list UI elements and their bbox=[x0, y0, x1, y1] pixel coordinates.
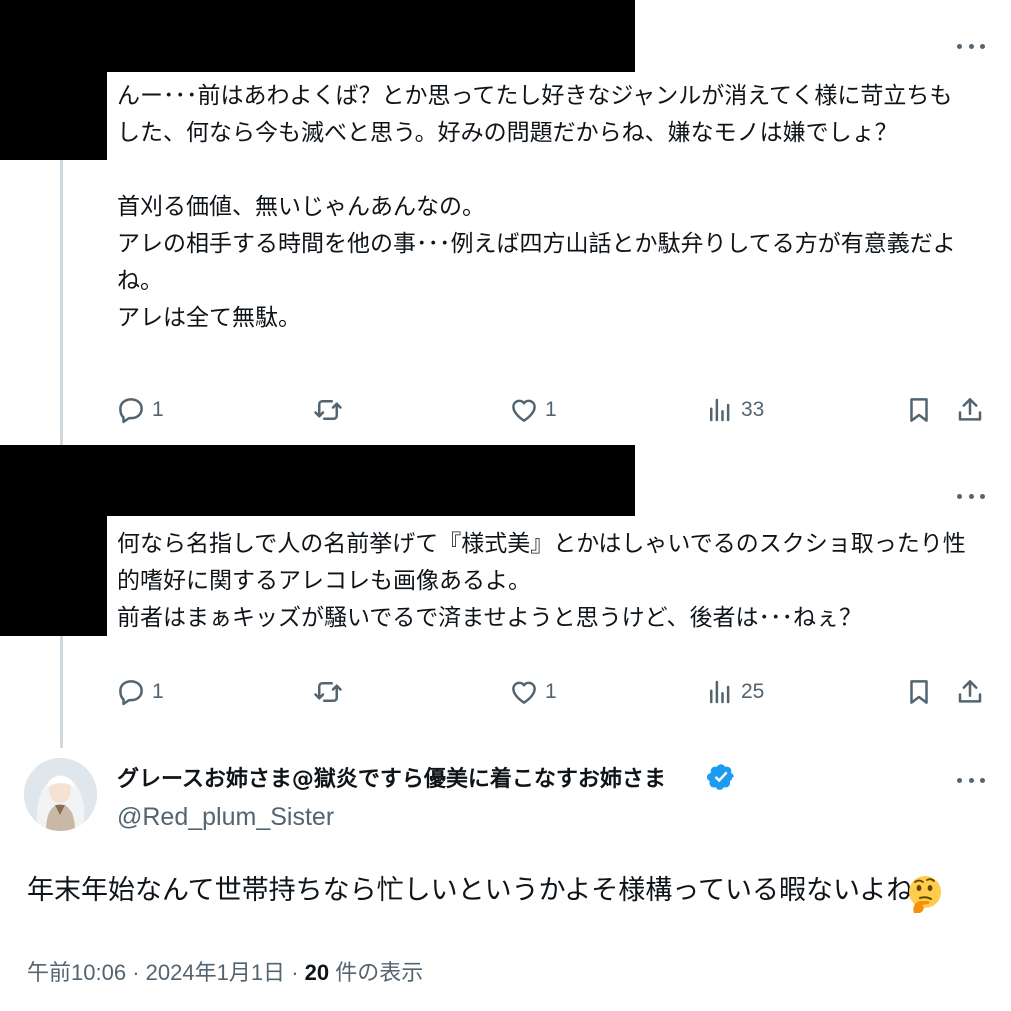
heart-icon bbox=[512, 399, 536, 422]
reply-count: 1 bbox=[152, 680, 164, 703]
reply-2-text: 何なら名指しで人の名前挙げて『様式美』とかはしゃいでるのスクショ取ったり性 的嗜… bbox=[117, 526, 966, 637]
reply-1-blank-line bbox=[117, 152, 956, 189]
analytics-icon bbox=[710, 398, 730, 422]
like-count: 1 bbox=[545, 398, 557, 421]
reply-2-line: 前者はまぁキッズが騒いでるで済ませようと思うけど、後者は･･･ねぇ？ bbox=[117, 605, 862, 631]
views-label: 件の表示 bbox=[335, 960, 424, 985]
redacted-block-1a bbox=[0, 0, 635, 72]
thread-line bbox=[60, 160, 63, 445]
reply-icon bbox=[119, 680, 143, 706]
display-name[interactable]: グレースお姉さま@獄炎ですら優美に着こなすお姉さま bbox=[117, 761, 666, 793]
redacted-block-2a bbox=[0, 445, 635, 516]
reply-button[interactable]: 1 bbox=[116, 395, 164, 425]
tweet-date[interactable]: 2024年1月1日 bbox=[146, 960, 285, 985]
reply-1-text: んー･･･前はあわよくば？とか思ってたし好きなジャンルが消えてく様に苛立ちも し… bbox=[117, 78, 956, 337]
reply-1-line: んー･･･前はあわよくば？とか思ってたし好きなジャンルが消えてく様に苛立ちも bbox=[117, 83, 953, 109]
reply-1-line: 首刈る価値、無いじゃんあんなの。 bbox=[117, 194, 485, 220]
reply-1-line: した、何なら今も滅べと思う。好みの問題だからね、嫌なモノは嫌でしょ？ bbox=[117, 120, 898, 146]
share-button[interactable] bbox=[955, 395, 985, 425]
tweet-metadata: 午前10:06 · 2024年1月1日 · 20 件の表示 bbox=[27, 955, 423, 987]
meta-separator: · bbox=[132, 960, 140, 985]
thread-line bbox=[60, 636, 63, 748]
like-button[interactable]: 1 bbox=[509, 395, 557, 425]
more-options-icon[interactable] bbox=[957, 491, 985, 501]
avatar[interactable] bbox=[24, 758, 97, 831]
repost-button[interactable] bbox=[313, 677, 349, 707]
views-count: 25 bbox=[741, 680, 765, 703]
bookmark-icon bbox=[910, 680, 928, 704]
more-options-icon[interactable] bbox=[957, 41, 985, 51]
meta-separator: · bbox=[291, 960, 299, 985]
repost-icon bbox=[314, 400, 342, 420]
user-handle[interactable]: @Red_plum_Sister bbox=[117, 803, 334, 832]
reply-icon bbox=[119, 398, 143, 424]
share-icon bbox=[958, 680, 982, 703]
views-count: 20 bbox=[304, 960, 330, 985]
repost-button[interactable] bbox=[313, 395, 349, 425]
views-count: 33 bbox=[741, 398, 765, 421]
more-options-icon[interactable] bbox=[957, 775, 985, 785]
bookmark-icon bbox=[910, 398, 928, 422]
reply-1-line: アレの相手する時間を他の事･･･例えば四方山話とか駄弁りしてる方が有意義だよ bbox=[117, 231, 956, 257]
like-button[interactable]: 1 bbox=[509, 677, 557, 707]
thinking-face-icon bbox=[909, 876, 941, 913]
reply-2-line: 何なら名指しで人の名前挙げて『様式美』とかはしゃいでるのスクショ取ったり性 bbox=[117, 531, 966, 557]
reply-1-line: ね。 bbox=[117, 268, 163, 294]
reply-2-line: 的嗜好に関するアレコレも画像あるよ。 bbox=[117, 568, 531, 594]
share-icon bbox=[958, 398, 982, 421]
share-button[interactable] bbox=[955, 677, 985, 707]
repost-icon bbox=[314, 682, 342, 702]
verified-badge-icon bbox=[706, 764, 734, 790]
bookmark-button[interactable] bbox=[904, 395, 934, 425]
tweet-time[interactable]: 午前10:06 bbox=[27, 960, 126, 985]
redacted-block-2b bbox=[0, 516, 107, 636]
heart-icon bbox=[512, 681, 536, 704]
analytics-icon bbox=[710, 680, 730, 704]
redacted-block-1b bbox=[0, 72, 107, 160]
tweet-text: 年末年始なんて世帯持ちなら忙しいというかよそ様構っている暇ないよね bbox=[27, 875, 914, 906]
views-button[interactable]: 25 bbox=[705, 677, 764, 707]
reply-button[interactable]: 1 bbox=[116, 677, 164, 707]
reply-1-line: アレは全て無駄。 bbox=[117, 305, 301, 331]
like-count: 1 bbox=[545, 680, 557, 703]
bookmark-button[interactable] bbox=[904, 677, 934, 707]
reply-count: 1 bbox=[152, 398, 164, 421]
views-button[interactable]: 33 bbox=[705, 395, 764, 425]
